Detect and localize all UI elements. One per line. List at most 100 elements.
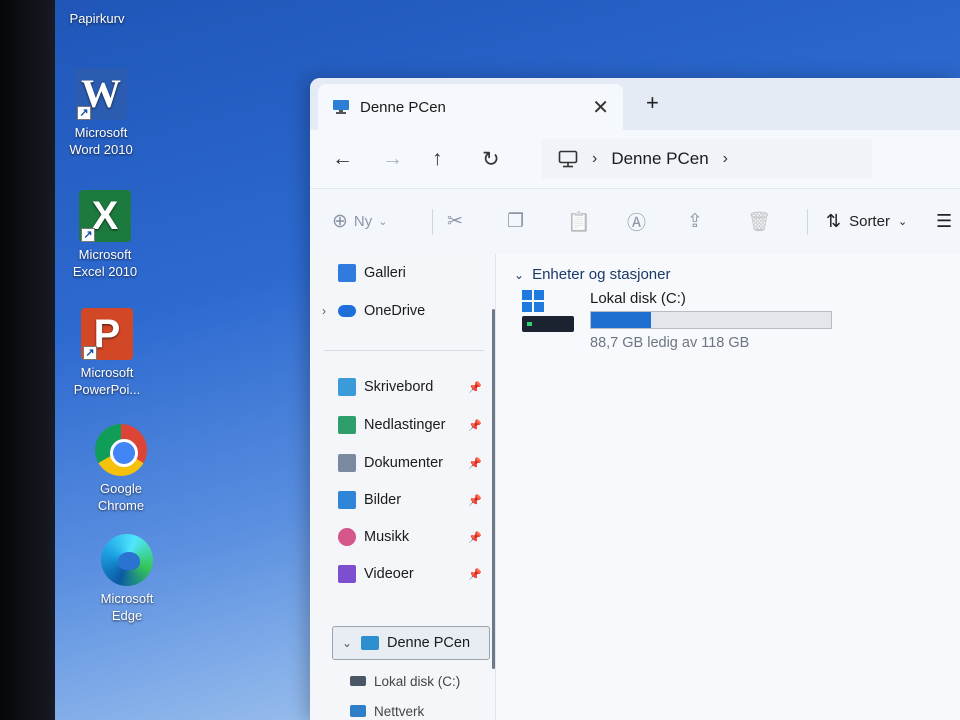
desktop-icon-label: PowerPoi... [73,382,141,397]
chevron-down-icon: ⌄ [514,267,525,282]
address-bar: ← → ↑ ↻ › Denne PCen › [310,130,960,188]
desktop-icon-label: Google [100,481,142,496]
sidebar-item-label: Nedlastinger [364,417,446,433]
drive-icon [522,290,574,340]
sidebar-item-dokumenter[interactable]: Dokumenter 📌 [310,446,490,480]
chevron-right-icon[interactable]: › [723,150,728,168]
desktop-icon-label: Microsoft [78,247,132,262]
plus-circle-icon: ⊕ [332,211,348,232]
pin-icon[interactable]: 📌 [468,381,482,394]
section-title: Enheter og stasjoner [532,266,671,283]
sort-label: Sorter [849,213,890,230]
new-button-label: Ny [353,213,373,230]
refresh-button[interactable]: ↻ [482,147,532,172]
view-options-icon[interactable]: ☰ [936,211,952,232]
drive-usage-bar [590,311,832,329]
sidebar-item-label: Galleri [364,265,406,281]
desktop-icon-label: Chrome [97,498,145,513]
desktop-icon-powerpoint[interactable]: P ↗ Microsoft PowerPoi... [59,308,155,398]
pictures-icon [338,491,356,509]
forward-button[interactable]: → [382,147,432,171]
desktop-icon-label: Word 2010 [69,142,133,157]
sidebar-item-videoer[interactable]: Videoer 📌 [310,557,490,591]
shortcut-arrow-icon: ↗ [83,346,97,360]
sidebar-item-label: Lokal disk (C:) [374,673,461,689]
file-explorer-window: Denne PCen ✕ + ← → ↑ ↻ › Denne PCen › ⊕ … [310,78,960,720]
desktop-icon-label: Excel 2010 [72,264,138,279]
sidebar-item-label: Musikk [364,529,410,545]
monitor-icon [361,636,379,650]
excel-icon: X ↗ [79,190,131,242]
section-header-devices[interactable]: ⌄ Enheter og stasjoner [514,266,670,283]
sidebar-item-nettverk[interactable]: Nettverk [350,694,490,720]
sidebar-item-label: Dokumenter [364,455,443,471]
sidebar-item-denne-pcen[interactable]: ⌄ Denne PCen [332,626,490,660]
sidebar-item-skrivebord[interactable]: Skrivebord 📌 [310,370,490,404]
monitor-icon [558,150,578,168]
desktop-icon-recycle-bin[interactable]: Papirkurv [49,10,145,27]
drive-item-c[interactable]: Lokal disk (C:) 88,7 GB ledig av 118 GB [522,290,832,351]
breadcrumb[interactable]: › Denne PCen › [542,139,872,179]
music-icon [338,528,356,546]
up-button[interactable]: ↑ [432,147,482,171]
pin-icon[interactable]: 📌 [468,568,482,581]
pin-icon[interactable]: 📌 [468,531,482,544]
sidebar-item-label: Videoer [364,566,414,582]
close-tab-button[interactable]: ✕ [592,95,609,120]
chevron-down-icon: ⌄ [897,216,908,228]
sort-icon: ⇅ [826,211,842,231]
video-icon [338,565,356,583]
desktop-icon-chrome[interactable]: Google Chrome [73,424,169,514]
command-bar: ⊕ Ny ⌄ ✂ ❐ 📋 Ⓐ ⇪ 🗑 ⇅ Sorter ⌄ ☰ [310,188,960,254]
rename-icon[interactable]: Ⓐ [627,208,687,235]
cut-icon[interactable]: ✂ [447,210,507,233]
desktop-icon-edge[interactable]: Microsoft Edge [79,534,175,624]
sidebar-item-label: Denne PCen [387,635,471,651]
content-pane: ⌄ Enheter og stasjoner Lokal disk (C:) 8… [496,254,960,720]
paste-icon[interactable]: 📋 [567,210,627,234]
word-icon: W ↗ [75,68,127,120]
sidebar-item-lokal-disk[interactable]: Lokal disk (C:) [350,664,490,698]
command-divider [807,208,808,235]
copy-icon[interactable]: ❐ [507,210,567,233]
command-divider [432,208,433,235]
sidebar-scrollbar[interactable] [492,309,495,669]
edge-icon [101,534,153,586]
pin-icon[interactable]: 📌 [468,494,482,507]
sidebar-item-onedrive[interactable]: › OneDrive [310,294,490,328]
delete-icon[interactable]: 🗑 [747,210,807,234]
sidebar-item-galleri[interactable]: Galleri [310,256,490,290]
pin-icon[interactable]: 📌 [468,419,482,432]
sidebar-item-label: Skrivebord [364,379,434,395]
chevron-down-icon[interactable]: ⌄ [333,636,361,650]
back-button[interactable]: ← [332,147,382,171]
chrome-icon [95,424,147,476]
share-icon[interactable]: ⇪ [687,210,747,233]
desktop-icon-label: Edge [111,608,143,623]
breadcrumb-location[interactable]: Denne PCen [611,149,708,169]
monitor-icon [333,100,349,114]
desktop-icon-excel[interactable]: X ↗ Microsoft Excel 2010 [57,190,153,280]
desktop-icon-label: Microsoft [80,365,134,380]
tab-denne-pcen[interactable]: Denne PCen ✕ [318,84,623,130]
document-icon [338,454,356,472]
navigation-pane: Galleri › OneDrive Skrivebord 📌 Nedlasti… [310,254,496,720]
sidebar-item-bilder[interactable]: Bilder 📌 [310,483,490,517]
pin-icon[interactable]: 📌 [468,457,482,470]
sidebar-item-musikk[interactable]: Musikk 📌 [310,520,490,554]
sidebar-item-nedlastinger[interactable]: Nedlastinger 📌 [310,408,490,442]
desktop-icon-label: Microsoft [100,591,154,606]
download-icon [338,416,356,434]
new-tab-button[interactable]: + [646,90,659,116]
sort-button[interactable]: ⇅ Sorter ⌄ [826,211,936,232]
chevron-right-icon[interactable]: › [592,150,597,168]
network-icon [350,705,366,717]
chevron-right-icon[interactable]: › [310,304,338,318]
explorer-body: Galleri › OneDrive Skrivebord 📌 Nedlasti… [310,254,960,720]
cloud-icon [338,305,356,317]
windows-logo-icon [522,290,544,312]
desktop-icon-label: Microsoft [74,125,128,140]
title-bar: Denne PCen ✕ + [310,78,960,130]
new-button[interactable]: ⊕ Ny ⌄ [332,210,432,233]
desktop-icon-word[interactable]: W ↗ Microsoft Word 2010 [53,68,149,158]
